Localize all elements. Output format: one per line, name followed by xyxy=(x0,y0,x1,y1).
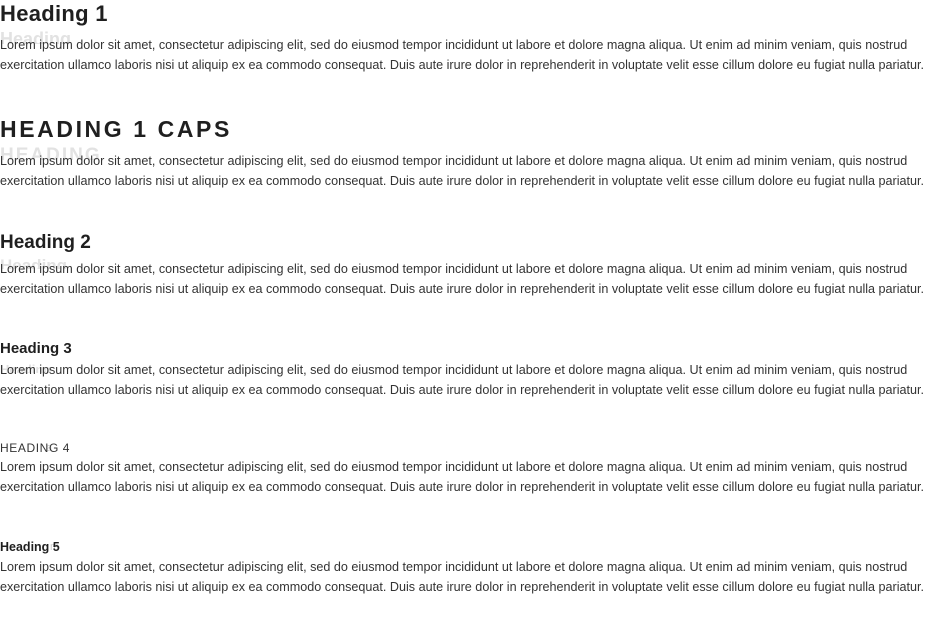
body-paragraph: Lorem ipsum dolor sit amet, consectetur … xyxy=(0,460,925,494)
heading-5: Heading 5 xyxy=(0,540,60,554)
body-paragraph: Lorem ipsum dolor sit amet, consectetur … xyxy=(0,38,925,72)
heading-4: HEADING 4 xyxy=(0,441,71,455)
heading-3: Heading 3 xyxy=(0,340,72,357)
heading-2: Heading 2 xyxy=(0,232,91,253)
body-paragraph: Lorem ipsum dolor sit amet, consectetur … xyxy=(0,363,925,397)
body-paragraph: Lorem ipsum dolor sit amet, consectetur … xyxy=(0,262,925,296)
typography-page: Heading Heading 1 Lorem ipsum dolor sit … xyxy=(0,0,944,618)
body-paragraph: Lorem ipsum dolor sit amet, consectetur … xyxy=(0,154,925,188)
heading-1-caps: HEADING 1 CAPS xyxy=(0,116,232,142)
heading-1: Heading 1 xyxy=(0,1,108,26)
body-paragraph: Lorem ipsum dolor sit amet, consectetur … xyxy=(0,560,925,594)
